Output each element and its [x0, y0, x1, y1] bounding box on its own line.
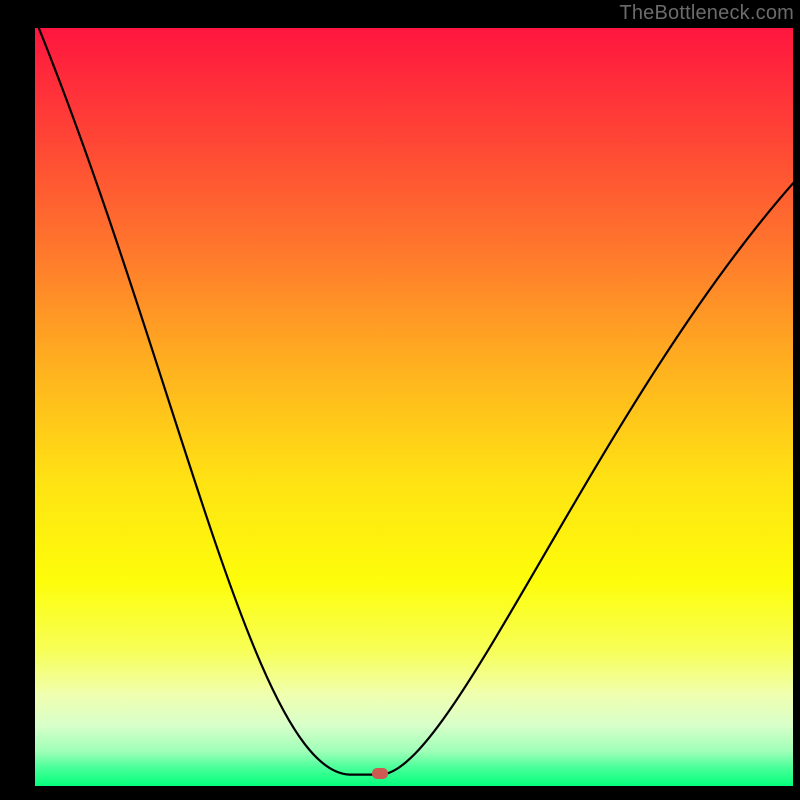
optimal-point-marker: [372, 768, 388, 779]
chart-stage: TheBottleneck.com: [0, 0, 800, 800]
plot-area: [35, 28, 793, 786]
watermark-text: TheBottleneck.com: [619, 2, 794, 25]
bottleneck-curve: [35, 28, 793, 786]
